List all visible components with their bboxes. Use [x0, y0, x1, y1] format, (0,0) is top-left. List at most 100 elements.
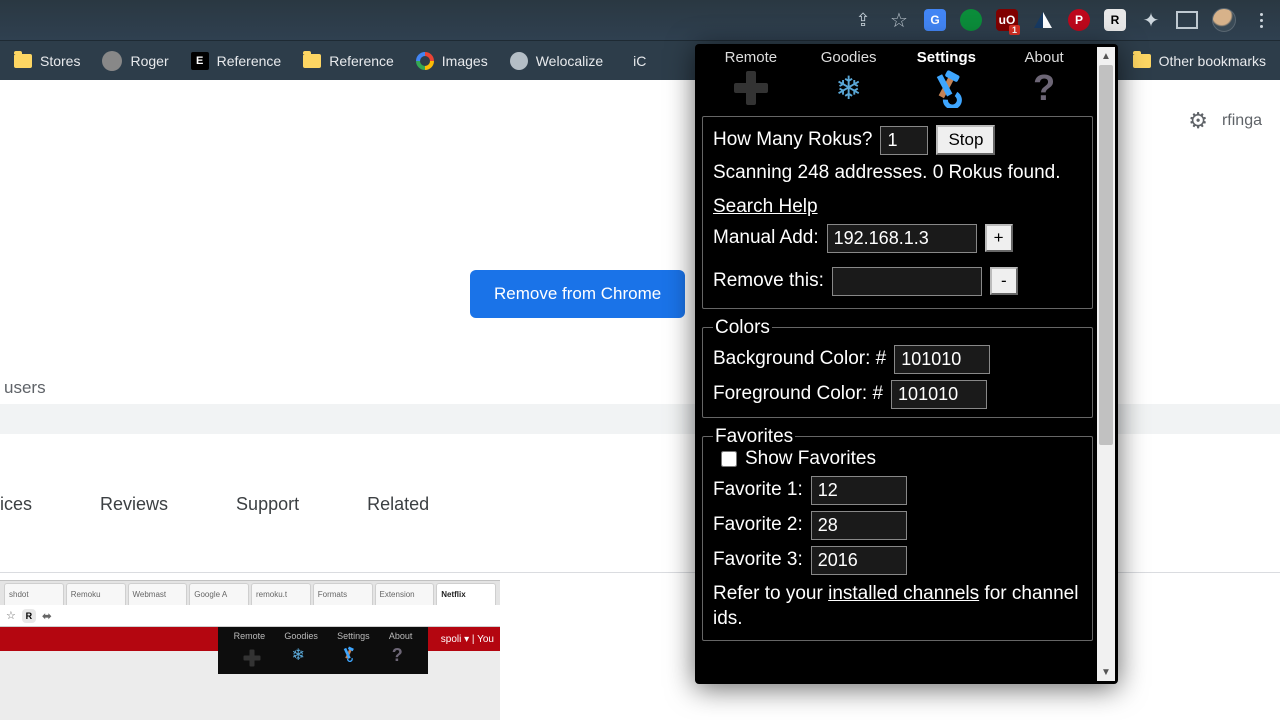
- bookmark-star-icon[interactable]: ☆: [888, 9, 910, 31]
- gear-icon[interactable]: ⚙: [1188, 108, 1208, 134]
- dpad-icon: [734, 71, 768, 105]
- search-help-link[interactable]: Search Help: [713, 196, 818, 218]
- tab-support[interactable]: Support: [236, 494, 299, 515]
- users-label: users: [4, 378, 46, 398]
- scan-status: Scanning 248 addresses. 0 Rokus found.: [713, 161, 1082, 186]
- popup-tab-goodies[interactable]: Goodies ❄: [800, 49, 898, 112]
- installed-channels-link[interactable]: installed channels: [828, 583, 979, 604]
- ext-ublock-badge: 1: [1009, 25, 1020, 35]
- fav2-label: Favorite 2:: [713, 514, 803, 536]
- bookmark-label: Other bookmarks: [1159, 53, 1266, 69]
- show-favorites-label: Show Favorites: [745, 448, 876, 470]
- how-many-input[interactable]: [880, 126, 928, 155]
- page-tabs: ices Reviews Support Related: [0, 494, 429, 515]
- colors-legend: Colors: [713, 317, 772, 339]
- extensions-puzzle-icon[interactable]: ✦: [1140, 9, 1162, 31]
- favorites-note-prefix: Refer to your: [713, 583, 828, 604]
- bookmark-reference-1[interactable]: E Reference: [191, 52, 282, 70]
- popup-tabs: Remote Goodies ❄ Settings About ?: [698, 47, 1097, 112]
- manual-add-input[interactable]: [827, 224, 977, 253]
- bookmark-other[interactable]: Other bookmarks: [1133, 53, 1266, 69]
- how-many-label: How Many Rokus?: [713, 129, 872, 151]
- fav2-input[interactable]: [811, 511, 907, 540]
- thumb-tab: Google A: [189, 583, 249, 605]
- scan-section: How Many Rokus? Stop Scanning 248 addres…: [702, 116, 1093, 309]
- fav1-input[interactable]: [811, 476, 907, 505]
- user-email-prefix: rfinga: [1222, 112, 1262, 130]
- tab-label: Settings: [917, 49, 976, 66]
- tab-label: About: [1025, 49, 1064, 66]
- fav3-input[interactable]: [811, 546, 907, 575]
- google-icon: [416, 52, 434, 70]
- scroll-thumb[interactable]: [1099, 65, 1113, 445]
- remove-from-chrome-button[interactable]: Remove from Chrome: [470, 270, 685, 318]
- remove-this-input[interactable]: [832, 267, 982, 296]
- show-favorites-checkbox[interactable]: Show Favorites: [721, 448, 1082, 470]
- favorites-legend: Favorites: [713, 426, 795, 448]
- bookmark-images[interactable]: Images: [416, 52, 488, 70]
- bookmark-label: Reference: [217, 53, 282, 69]
- bookmark-label: Reference: [329, 53, 394, 69]
- remove-button[interactable]: -: [990, 267, 1018, 295]
- thumb-popup-panel: RemoteGoodiesSettingsAbout ❄ ?: [218, 627, 428, 674]
- ext-triangle-icon[interactable]: [1032, 9, 1054, 31]
- stop-button[interactable]: Stop: [936, 125, 995, 155]
- question-icon: ?: [1033, 68, 1055, 108]
- sidepanel-icon[interactable]: [1176, 11, 1198, 29]
- popup-scrollbar[interactable]: ▲ ▼: [1097, 47, 1115, 681]
- colors-section: Colors Background Color: # Foreground Co…: [702, 317, 1093, 418]
- ext-google-translate-icon[interactable]: G: [924, 9, 946, 31]
- tab-ices[interactable]: ices: [0, 494, 32, 515]
- scroll-up-icon[interactable]: ▲: [1097, 47, 1115, 65]
- scroll-down-icon[interactable]: ▼: [1097, 663, 1115, 681]
- folder-icon: [1133, 54, 1151, 68]
- tab-label: Remote: [725, 49, 778, 66]
- site-icon: E: [191, 52, 209, 70]
- bookmark-label: Roger: [130, 53, 168, 69]
- thumb-tab: Formats: [313, 583, 373, 605]
- profile-avatar[interactable]: [1212, 8, 1236, 32]
- tab-label: Goodies: [821, 49, 877, 66]
- manual-add-label: Manual Add:: [713, 227, 819, 249]
- bg-color-input[interactable]: [894, 345, 990, 374]
- ext-green-icon[interactable]: [960, 9, 982, 31]
- popup-tab-about[interactable]: About ?: [995, 49, 1093, 112]
- show-favorites-input[interactable]: [721, 451, 737, 467]
- thumb-tab: remoku.t: [251, 583, 311, 605]
- tab-related[interactable]: Related: [367, 494, 429, 515]
- folder-icon: [14, 54, 32, 68]
- tab-reviews[interactable]: Reviews: [100, 494, 168, 515]
- thumb-tab: Netflix: [436, 583, 496, 605]
- folder-icon: [303, 54, 321, 68]
- extension-popup: Remote Goodies ❄ Settings About ?: [695, 44, 1118, 684]
- chrome-toolbar: ⇪ ☆ G uO 1 P R ✦: [0, 0, 1280, 40]
- popup-tab-remote[interactable]: Remote: [702, 49, 800, 112]
- bookmark-icloud[interactable]: iC: [625, 53, 646, 69]
- snowflake-icon: ❄: [835, 68, 862, 108]
- thumb-tab: shdot: [4, 583, 64, 605]
- chrome-menu-icon[interactable]: [1250, 9, 1272, 31]
- thumb-tab: Extension: [375, 583, 435, 605]
- screenshot-thumbnail: shdot Remoku Webmast Google A remoku.t F…: [0, 580, 500, 720]
- ext-pinterest-icon[interactable]: P: [1068, 9, 1090, 31]
- bookmark-stores[interactable]: Stores: [14, 53, 80, 69]
- share-icon[interactable]: ⇪: [852, 9, 874, 31]
- favorites-section: Favorites Show Favorites Favorite 1: Fav…: [702, 426, 1093, 641]
- bookmark-roger[interactable]: Roger: [102, 51, 168, 71]
- fg-color-input[interactable]: [891, 380, 987, 409]
- bookmark-label: Stores: [40, 53, 80, 69]
- bookmark-welocalize[interactable]: Welocalize: [510, 52, 603, 70]
- bookmark-label: Welocalize: [536, 53, 603, 69]
- fav1-label: Favorite 1:: [713, 479, 803, 501]
- avatar-icon: [102, 51, 122, 71]
- ext-ublock-icon[interactable]: uO 1: [996, 9, 1018, 31]
- bookmark-label: iC: [633, 53, 646, 69]
- add-button[interactable]: +: [985, 224, 1013, 252]
- fav3-label: Favorite 3:: [713, 549, 803, 571]
- tools-icon: [926, 68, 966, 108]
- bookmark-reference-2[interactable]: Reference: [303, 53, 394, 69]
- ext-remoku-icon[interactable]: R: [1104, 9, 1126, 31]
- bg-color-label: Background Color: #: [713, 348, 886, 370]
- thumb-tab: Remoku: [66, 583, 126, 605]
- popup-tab-settings[interactable]: Settings: [898, 49, 996, 112]
